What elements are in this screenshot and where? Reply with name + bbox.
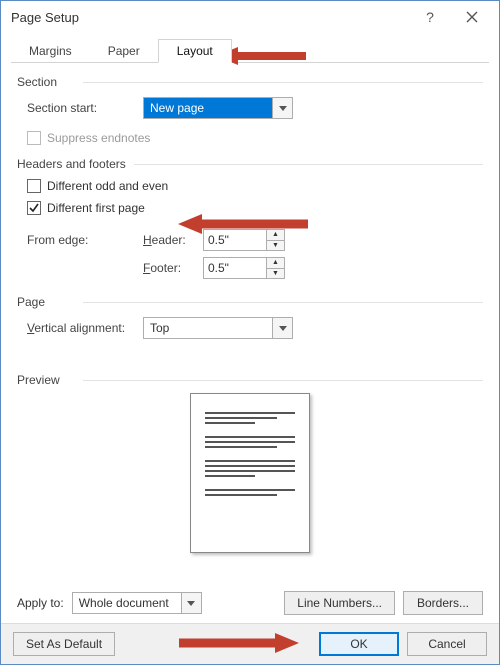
title-bar: Page Setup ? xyxy=(1,1,499,33)
group-preview: Preview xyxy=(17,373,483,387)
section-start-select[interactable]: New page xyxy=(143,97,293,119)
from-edge-label: From edge: xyxy=(27,229,143,247)
diff-first-checkbox[interactable]: Different first page xyxy=(27,201,145,215)
group-hf: Headers and footers xyxy=(17,157,483,171)
footer-spinner[interactable]: 0.5" ▲ ▼ xyxy=(203,257,285,279)
help-button[interactable]: ? xyxy=(409,3,451,31)
valign-select[interactable]: Top xyxy=(143,317,293,339)
diff-first-label: Different first page xyxy=(47,201,145,215)
valign-row: Vertical alignment: Top xyxy=(27,317,483,339)
valign-value: Top xyxy=(144,318,272,338)
preview-page xyxy=(190,393,310,553)
group-page: Page xyxy=(17,295,483,309)
section-start-value: New page xyxy=(144,98,272,118)
preview-area xyxy=(17,393,483,553)
suppress-endnotes-checkbox: Suppress endnotes xyxy=(27,131,150,145)
close-button[interactable] xyxy=(451,3,493,31)
section-start-label: Section start: xyxy=(27,101,143,115)
footer-spin-down[interactable]: ▼ xyxy=(267,268,284,279)
header-label: Header: xyxy=(143,233,203,247)
header-spin-down[interactable]: ▼ xyxy=(267,240,284,251)
diff-first-row: Different first page xyxy=(27,201,483,215)
footer-spinner-value: 0.5" xyxy=(204,258,266,278)
dialog-body: Section Section start: New page Suppress… xyxy=(1,63,499,623)
apply-to-select[interactable]: Whole document xyxy=(72,592,202,614)
from-edge-row: From edge: Header: 0.5" ▲ ▼ Footer: xyxy=(27,229,483,279)
tab-margins[interactable]: Margins xyxy=(11,39,90,63)
valign-arrow[interactable] xyxy=(272,318,292,338)
check-icon xyxy=(29,203,39,213)
apply-to-arrow[interactable] xyxy=(181,593,201,613)
group-section: Section xyxy=(17,75,483,89)
footer-label: Footer: xyxy=(143,261,203,275)
section-start-row: Section start: New page xyxy=(27,97,483,119)
line-numbers-button[interactable]: Line Numbers... xyxy=(284,591,395,615)
checkbox-box xyxy=(27,179,41,193)
suppress-endnotes-label: Suppress endnotes xyxy=(47,131,150,145)
suppress-endnotes-row: Suppress endnotes xyxy=(27,131,483,145)
tab-paper[interactable]: Paper xyxy=(90,39,158,63)
chevron-down-icon xyxy=(279,326,287,331)
tab-layout[interactable]: Layout xyxy=(158,39,232,63)
diff-odd-even-label: Different odd and even xyxy=(47,179,168,193)
checkbox-box xyxy=(27,201,41,215)
diff-odd-even-row: Different odd and even xyxy=(27,179,483,193)
diff-odd-even-checkbox[interactable]: Different odd and even xyxy=(27,179,168,193)
header-spinner-value: 0.5" xyxy=(204,230,266,250)
tab-bar: Margins Paper Layout xyxy=(1,33,499,63)
header-spin-up[interactable]: ▲ xyxy=(267,230,284,240)
dialog-title: Page Setup xyxy=(11,10,409,25)
header-spinner[interactable]: 0.5" ▲ ▼ xyxy=(203,229,285,251)
ok-button[interactable]: OK xyxy=(319,632,399,656)
close-icon xyxy=(466,11,478,23)
chevron-down-icon xyxy=(187,601,195,606)
checkbox-box xyxy=(27,131,41,145)
valign-label: Vertical alignment: xyxy=(27,321,143,335)
footer-spin-up[interactable]: ▲ xyxy=(267,258,284,268)
set-default-button[interactable]: Set As Default xyxy=(13,632,115,656)
chevron-down-icon xyxy=(279,106,287,111)
apply-row: Apply to: Whole document Line Numbers...… xyxy=(17,591,483,615)
section-start-arrow[interactable] xyxy=(272,98,292,118)
cancel-button[interactable]: Cancel xyxy=(407,632,487,656)
footer-buttons: Set As Default OK Cancel xyxy=(1,623,499,664)
apply-to-value: Whole document xyxy=(73,593,181,613)
borders-button[interactable]: Borders... xyxy=(403,591,483,615)
apply-to-label: Apply to: xyxy=(17,596,64,610)
page-setup-dialog: Page Setup ? Margins Paper Layout Sectio… xyxy=(0,0,500,665)
